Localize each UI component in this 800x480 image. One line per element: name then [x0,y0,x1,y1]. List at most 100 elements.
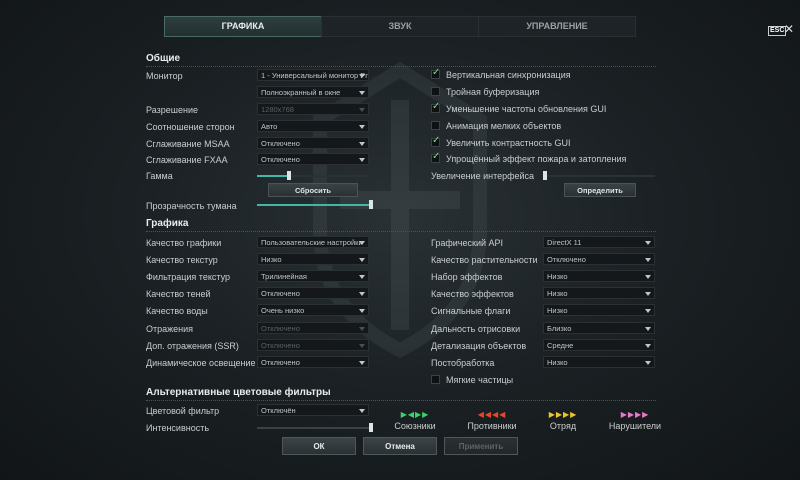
monitor-label: Монитор [146,71,183,81]
graphics-setting-select[interactable]: Средне [543,338,655,351]
gui-contrast-checkbox[interactable]: ✓ [431,135,441,147]
graphics-setting-label: Качество графики [146,238,222,248]
aspect-ratio-label: Соотношение сторон [146,122,235,132]
interface-scale-label: Увеличение интерфейса [431,171,535,181]
fog-transparency-slider[interactable] [257,200,373,209]
slider-handle[interactable] [543,171,547,180]
display-mode-select[interactable]: Полноэкранный в окне [257,86,369,98]
vsync-checkbox[interactable]: ✓ [431,67,441,79]
chevron-down-icon [645,343,651,348]
fxaa-select[interactable]: Отключено [257,153,369,165]
allies-ship-icons: ▶◀▶▶ [400,410,430,419]
graphics-setting-label: Дальность отрисовки [431,323,521,334]
color-filter-select[interactable]: Отключён [257,404,369,416]
graphics-setting-select[interactable]: Низко [543,355,655,368]
color-filter-label: Цветовой фильтр [146,406,220,416]
slider-handle[interactable] [369,200,373,209]
graphics-setting-label: Качество растительности [431,255,538,266]
graphics-setting-label: Сигнальные флаги [431,306,511,317]
cancel-button[interactable]: Отмена [363,437,437,455]
soft-particles-checkbox[interactable] [431,375,440,384]
graphics-setting-select[interactable]: Низко [543,304,655,317]
chevron-down-icon [645,258,651,263]
graphics-setting-label: Отражения [146,323,194,334]
graphics-setting-select[interactable]: DirectX 11 [543,236,655,248]
enemies-ship-icons: ◀◀◀◀ [477,410,507,419]
chevron-down-icon [645,360,651,365]
simplified-fire-checkbox[interactable]: ✓ [431,152,440,163]
graphics-setting-select[interactable]: Отключено [257,355,369,368]
check-icon: ✓ [432,67,441,78]
check-icon: ✓ [432,135,441,146]
graphics-setting-select[interactable]: Низко [257,253,369,266]
msaa-select[interactable]: Отключено [257,137,369,149]
chevron-down-icon [645,326,651,331]
division-ship-icons: ▶▶▶▶ [548,410,578,419]
gui-refresh-label: Уменьшение частоты обновления GUI [446,104,607,114]
triple-buffering-checkbox[interactable] [431,87,440,96]
chevron-down-icon [645,275,651,280]
gui-refresh-checkbox[interactable]: ✓ [431,101,441,113]
chevron-down-icon [359,258,365,263]
graphics-setting-select[interactable]: Отключено [543,253,655,266]
slider-handle[interactable] [286,171,291,180]
graphics-setting-select[interactable]: Отключено [257,321,369,334]
legend-violators: Нарушители [608,421,662,431]
chevron-down-icon [359,360,365,365]
fxaa-label: Сглаживание FXAA [146,155,228,165]
fog-transparency-label: Прозрачность тумана [146,201,237,211]
close-icon[interactable]: ✕ [784,22,794,36]
graphics-setting-select[interactable]: Низко [543,270,655,283]
slider-handle[interactable] [369,423,373,432]
graphics-setting-select[interactable]: Отключено [257,287,369,300]
intensity-slider[interactable] [257,423,373,432]
chevron-down-icon [359,91,365,95]
soft-particles-label: Мягкие частицы [446,375,514,385]
section-title-color-filters: Альтернативные цветовые фильтры [146,387,331,398]
detect-button[interactable]: Определить [564,183,636,197]
msaa-label: Сглаживание MSAA [146,139,230,149]
graphics-setting-select[interactable]: Низко [543,287,655,300]
graphics-setting-label: Постобработка [431,357,495,368]
aspect-ratio-select[interactable]: Авто [257,120,369,132]
section-divider [146,231,656,232]
graphics-setting-label: Качество теней [146,289,211,300]
triple-buffering-label: Тройная буферизация [446,87,540,97]
chevron-down-icon [359,292,365,297]
graphics-setting-select[interactable]: Пользовательские настройки [257,236,369,248]
ok-button[interactable]: ОК [282,437,356,455]
graphics-setting-label: Графический API [431,238,504,248]
tab-controls[interactable]: УПРАВЛЕНИЕ [478,16,636,37]
resolution-select[interactable]: 1280x768 [257,103,369,115]
legend-enemies: Противники [467,421,517,431]
gamma-slider[interactable] [257,171,369,180]
chevron-down-icon [359,409,365,413]
resolution-label: Разрешение [146,105,198,115]
graphics-setting-label: Качество воды [146,306,208,317]
chevron-down-icon [359,343,365,348]
graphics-setting-select[interactable]: Очень низко [257,304,369,317]
chevron-down-icon [645,241,651,245]
graphics-setting-label: Качество текстур [146,255,218,266]
monitor-select[interactable]: 1 - Универсальный монитор PnP [257,69,369,81]
legend-division: Отряд [549,421,577,431]
simplified-fire-label: Упрощённый эффект пожара и затопления [446,154,627,164]
intensity-label: Интенсивность [146,423,210,433]
check-icon: ✓ [432,101,441,112]
apply-button[interactable]: Применить [444,437,518,455]
chevron-down-icon [359,108,365,112]
small-objects-animation-checkbox[interactable] [431,121,440,130]
reset-gamma-button[interactable]: Сбросить [268,183,358,197]
chevron-down-icon [359,142,365,146]
graphics-setting-label: Набор эффектов [431,272,503,283]
tab-graphics[interactable]: ГРАФИКА [164,16,322,37]
graphics-setting-select[interactable]: Трилинейная [257,270,369,283]
graphics-setting-select[interactable]: Близко [543,321,655,334]
graphics-setting-label: Фильтрация текстур [146,272,230,283]
graphics-setting-select[interactable]: Отключено [257,338,369,351]
chevron-down-icon [645,309,651,314]
chevron-down-icon [359,326,365,331]
tab-sound[interactable]: ЗВУК [321,16,479,37]
interface-scale-slider[interactable] [543,171,655,180]
chevron-down-icon [645,292,651,297]
